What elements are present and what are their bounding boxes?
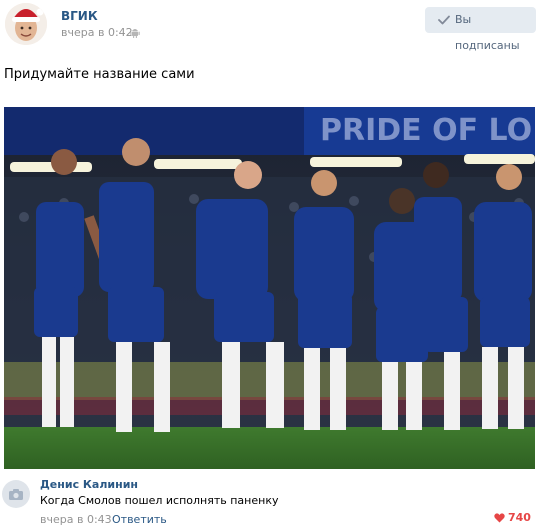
heart-icon — [494, 513, 505, 523]
post-header: ВГИК вчера в 0:42 Вы подписаны — [0, 0, 536, 52]
post-photo[interactable]: PRIDE OF LO — [4, 107, 535, 469]
post-text: Придумайте название сами — [4, 67, 195, 82]
post-time[interactable]: вчера в 0:42 — [61, 26, 133, 39]
comment: Денис Калинин Когда Смолов пошел исполня… — [0, 473, 536, 532]
author-name[interactable]: ВГИК — [61, 9, 98, 23]
camera-icon — [9, 489, 23, 500]
reply-button[interactable]: Ответить — [112, 513, 167, 526]
like-count: 740 — [508, 511, 531, 524]
subscribed-label: Вы подписаны — [455, 13, 520, 52]
comment-time[interactable]: вчера в 0:43 — [40, 513, 112, 526]
comment-avatar[interactable] — [2, 480, 30, 508]
check-icon — [438, 15, 450, 25]
android-icon — [130, 29, 140, 38]
comment-text: Когда Смолов пошел исполнять паненку — [40, 494, 279, 507]
subscribed-button[interactable]: Вы подписаны — [425, 7, 536, 52]
author-avatar[interactable] — [5, 3, 47, 45]
like-button[interactable]: 740 — [494, 511, 534, 525]
stadium-banner: PRIDE OF LO — [320, 113, 532, 148]
comment-author[interactable]: Денис Калинин — [40, 478, 138, 491]
